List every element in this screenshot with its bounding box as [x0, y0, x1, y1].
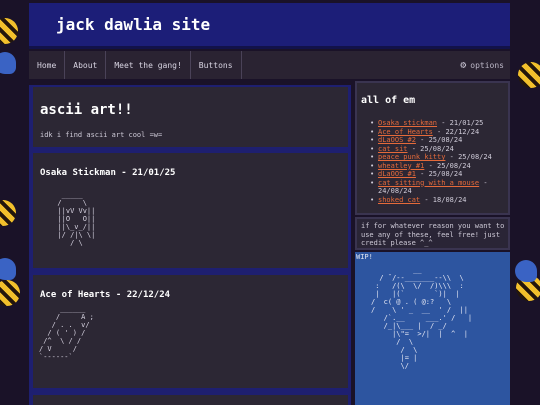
art-index-item: cat sit - 25/08/24 — [361, 145, 509, 154]
art-index-item: shoked cat - 18/08/24 — [361, 196, 509, 205]
art-index-link[interactable]: cat sit — [378, 145, 408, 153]
nav-bar: Home About Meet the gang! Buttons ⚙ opti… — [29, 51, 510, 81]
site-title: jack dawlia site — [56, 15, 211, 34]
wip-panel: WIP! __ / ¯/--_______--\\ \ : /(\ \/ /)\… — [355, 252, 510, 405]
art-index-item: dLaOOS #2 - 25/08/24 — [361, 136, 509, 145]
art-index-item: dLaOOS #1 - 25/08/24 — [361, 170, 509, 179]
art-index-date: - 25/08/24 — [415, 136, 463, 144]
bee-decoration — [0, 18, 18, 44]
art-index-link[interactable]: Ace of Hearts — [378, 128, 433, 136]
art-index-item: Ace of Hearts - 22/12/24 — [361, 128, 509, 137]
bee-decoration — [0, 280, 20, 306]
art-index-date: - 21/01/25 — [437, 119, 484, 127]
art-index-link[interactable]: Osaka stickman — [378, 119, 437, 127]
bee-decoration — [0, 200, 16, 226]
usage-note-text: if for whatever reason you want to use a… — [361, 222, 505, 247]
wip-label: WIP! — [356, 253, 373, 261]
site-header: jack dawlia site — [29, 3, 510, 49]
art-index-link[interactable]: dLaOOS #1 — [378, 170, 416, 178]
bee-decoration — [518, 62, 540, 88]
art-index-date: - 25/08/24 — [424, 161, 471, 170]
art-index-link[interactable]: peace punk kitty — [378, 153, 445, 161]
nav-item-about[interactable]: About — [65, 51, 107, 79]
nav-item-buttons[interactable]: Buttons — [191, 51, 242, 79]
art-entry-title: Osaka Stickman - 21/01/25 — [40, 168, 176, 178]
art-index-link[interactable]: shoked cat — [378, 196, 420, 204]
art-index-date: - 22/12/24 — [432, 127, 480, 136]
art-index-list: Osaka stickman - 21/01/25Ace of Hearts -… — [361, 119, 509, 204]
art-index-date: - 25/08/24 — [407, 144, 454, 153]
intro-text: idk i find ascii art cool =w= — [40, 131, 163, 139]
art-index-item: wheatley #1 - 25/08/24 — [361, 162, 509, 171]
art-entry-card — [33, 395, 348, 405]
gear-icon: ⚙ — [460, 60, 467, 71]
art-index-link[interactable]: cat sitting with a mouse — [378, 179, 479, 187]
nav-item-meet-the-gang[interactable]: Meet the gang! — [106, 51, 191, 79]
art-index-item: peace punk kitty - 25/08/24 — [361, 153, 509, 162]
intro-card: ascii art!! idk i find ascii art cool =w… — [33, 87, 348, 147]
art-entry-title: Ace of Hearts - 22/12/24 — [40, 290, 171, 300]
wip-ascii-art: __ / ¯/--_______--\\ \ : /(\ \/ /)\\\ : … — [371, 266, 473, 370]
options-label: options — [470, 61, 504, 70]
art-index-date: - 18/08/24 — [420, 195, 467, 204]
options-button[interactable]: ⚙ options — [460, 60, 504, 71]
sidebar: all of em Osaka stickman - 21/01/25Ace o… — [355, 81, 510, 405]
art-index-item: cat sitting with a mouse - 24/08/24 — [361, 179, 509, 196]
art-index-link[interactable]: wheatley #1 — [378, 162, 424, 170]
art-entry-card: Osaka Stickman - 21/01/25 _____ / \ ||vV… — [33, 153, 348, 268]
sidebar-title: all of em — [361, 95, 416, 106]
art-index-date: - 25/08/24 — [445, 153, 492, 161]
art-index-card: all of em Osaka stickman - 21/01/25Ace o… — [355, 81, 510, 215]
site-container: jack dawlia site Home About Meet the gan… — [29, 3, 510, 405]
nav-item-home[interactable]: Home — [29, 51, 66, 79]
blue-blob-decoration — [0, 258, 16, 280]
usage-note: if for whatever reason you want to use a… — [355, 217, 510, 250]
blue-blob-decoration — [0, 52, 16, 74]
blue-blob-decoration — [515, 260, 537, 282]
page-title: ascii art!! — [40, 102, 133, 118]
art-index-date: - 25/08/24 — [415, 170, 463, 178]
art-index-link[interactable]: dLaOOS #2 — [378, 136, 416, 144]
main-content: ascii art!! idk i find ascii art cool =w… — [29, 85, 351, 405]
art-index-item: Osaka stickman - 21/01/25 — [361, 119, 509, 128]
ascii-art: _____ / \ ||vV Vv|| ||O O|| ||\_v_/|| |/… — [57, 191, 96, 247]
art-entry-card: Ace of Hearts - 22/12/24 ______ / A ; / … — [33, 275, 348, 388]
ascii-art: ______ / A ; / . . v/ / ( ' ) / /^ \ / /… — [39, 305, 94, 361]
